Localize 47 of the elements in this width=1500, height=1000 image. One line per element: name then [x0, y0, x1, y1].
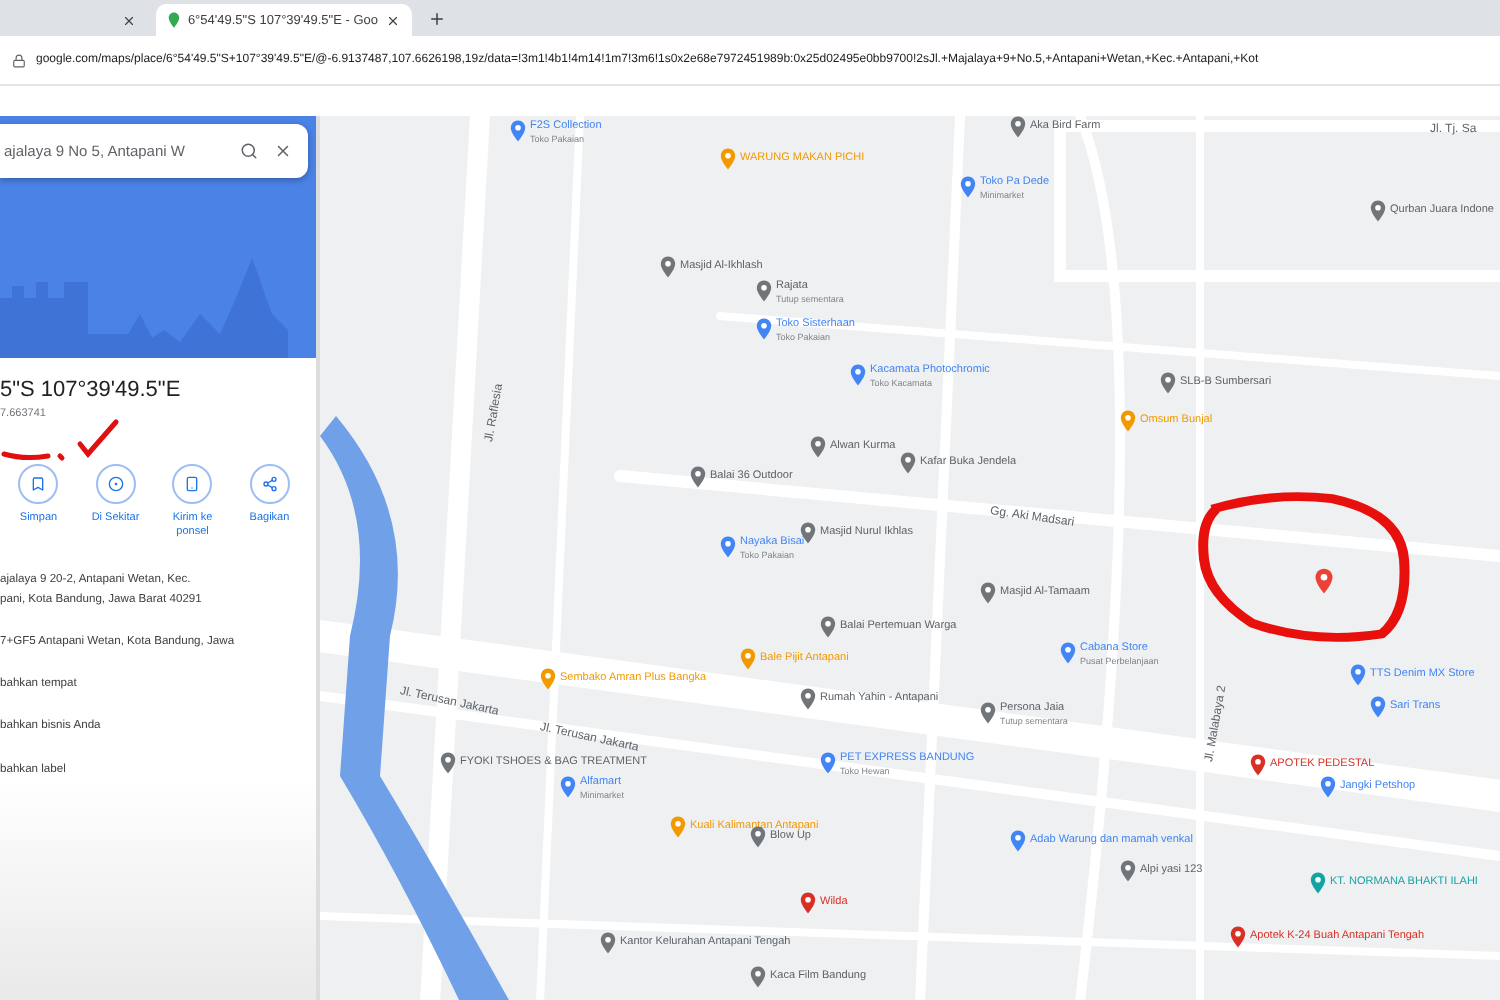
- close-tab-button[interactable]: [122, 13, 136, 27]
- map-pin-icon[interactable]: [1010, 116, 1026, 138]
- map-pin-icon[interactable]: [756, 280, 772, 303]
- share-icon: [261, 476, 278, 492]
- map-pin-icon[interactable]: [690, 466, 706, 488]
- map-pin-icon[interactable]: [1314, 568, 1334, 594]
- map-pin-icon[interactable]: [800, 892, 816, 914]
- map-pin-icon[interactable]: [720, 536, 736, 559]
- map-pin-icon[interactable]: [1010, 830, 1026, 852]
- map-pin-icon[interactable]: [800, 688, 816, 710]
- map-pin-icon[interactable]: [1160, 372, 1176, 394]
- nearby-icon: [107, 476, 124, 492]
- map-pin-icon[interactable]: [980, 702, 996, 725]
- close-tab-button[interactable]: [386, 13, 400, 27]
- map-pin-icon[interactable]: [510, 120, 526, 143]
- new-tab-button[interactable]: [428, 9, 446, 27]
- map-pin-icon[interactable]: [1230, 926, 1246, 948]
- map-pin-icon[interactable]: [1320, 776, 1336, 798]
- map-pin-icon[interactable]: [900, 452, 916, 474]
- map-pin-icon[interactable]: [750, 966, 766, 988]
- coordinates-title: 5"S 107°39'49.5"E: [0, 378, 183, 402]
- map-pin-icon[interactable]: [1310, 872, 1326, 894]
- map-pin-icon[interactable]: [1370, 696, 1386, 718]
- map-pin-icon[interactable]: [1060, 642, 1076, 665]
- map-pin-icon[interactable]: [1250, 754, 1266, 776]
- save-icon: [30, 476, 47, 492]
- map-pin-icon[interactable]: [960, 176, 976, 199]
- map-pin-icon[interactable]: [750, 826, 766, 848]
- map-pin-icon[interactable]: [756, 318, 772, 341]
- map-pin-icon[interactable]: [820, 616, 836, 638]
- map-pin-icon[interactable]: [850, 364, 866, 387]
- map-pin-icon[interactable]: [800, 522, 816, 544]
- search-icon[interactable]: [240, 142, 258, 160]
- map-pin-icon[interactable]: [660, 256, 676, 278]
- map-pin-icon: [168, 12, 180, 28]
- map-pin-icon[interactable]: [1350, 664, 1366, 686]
- map-pin-icon[interactable]: [980, 582, 996, 604]
- phone-icon: [184, 476, 201, 492]
- map-pin-icon[interactable]: [820, 752, 836, 775]
- map-pin-icon[interactable]: [560, 776, 576, 799]
- map-pin-icon[interactable]: [810, 436, 826, 458]
- map-pin-icon[interactable]: [600, 932, 616, 954]
- lock-icon: [12, 53, 26, 67]
- map-pin-icon[interactable]: [1370, 200, 1386, 222]
- close-icon[interactable]: [274, 142, 292, 160]
- map-pin-icon[interactable]: [440, 752, 456, 774]
- map-pin-icon[interactable]: [1120, 860, 1136, 882]
